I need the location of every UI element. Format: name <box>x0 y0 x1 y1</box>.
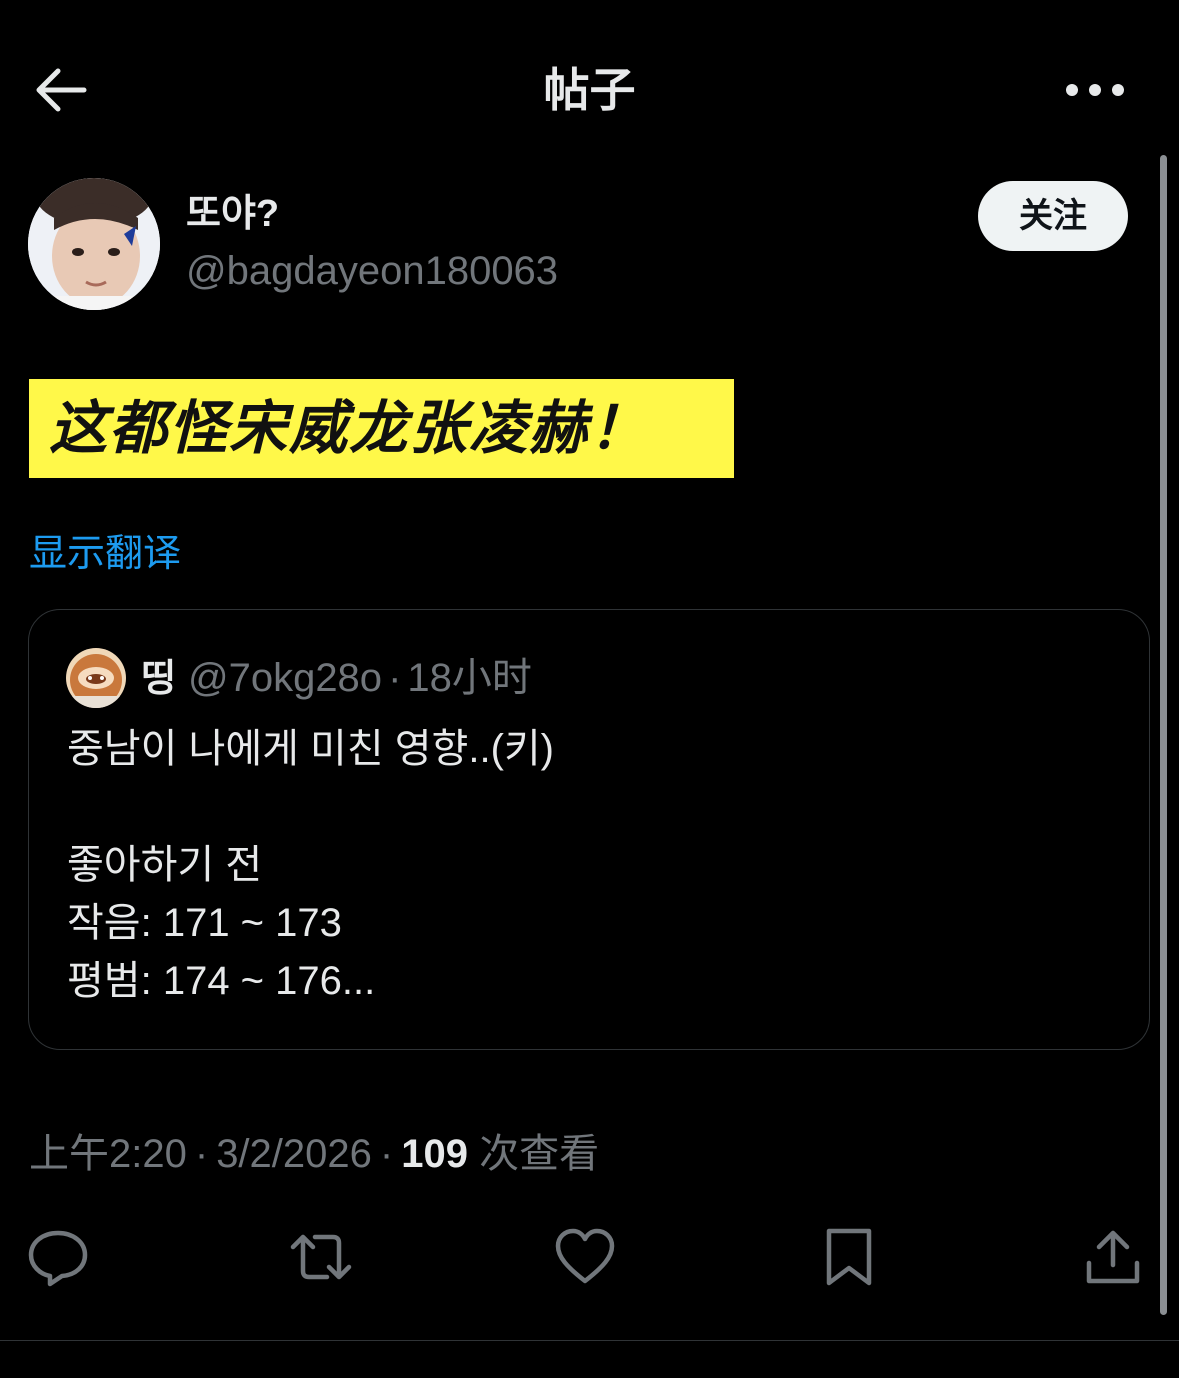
quote-header: 띵 @7okg28o · 18小时 <box>141 650 532 715</box>
quote-line: 작음: 171 ~ 173 <box>67 901 342 945</box>
like-button[interactable] <box>553 1225 617 1289</box>
quote-separator: · <box>388 656 402 700</box>
meta-separator: · <box>379 1132 394 1176</box>
heart-icon <box>555 1228 615 1284</box>
more-button[interactable] <box>1060 70 1130 110</box>
meta-separator: · <box>194 1132 209 1176</box>
post-time[interactable]: 上午2:20 <box>29 1132 187 1176</box>
post-date[interactable]: 3/2/2026 <box>216 1132 372 1176</box>
bookmark-icon <box>826 1228 872 1286</box>
show-translation-link[interactable]: 显示翻译 <box>29 528 181 580</box>
repost-icon <box>290 1234 352 1280</box>
bookmark-button[interactable] <box>817 1225 881 1289</box>
profile-photo <box>28 178 160 310</box>
author-name[interactable]: 또야? <box>186 188 279 240</box>
quote-line: 중남이 나에게 미친 영향..(키) <box>67 727 555 771</box>
views-label: 次查看 <box>479 1132 600 1176</box>
reply-button[interactable] <box>26 1225 90 1289</box>
quote-line <box>67 778 1107 836</box>
follow-button[interactable]: 关注 <box>978 181 1128 251</box>
repost-button[interactable] <box>289 1225 353 1289</box>
quote-author-handle: @7okg28o <box>187 656 383 700</box>
action-bar <box>0 1225 1179 1295</box>
quote-avatar-image <box>66 648 126 708</box>
quote-body: 중남이 나에게 미친 영향..(키) 좋아하기 전 작음: 171 ~ 173 … <box>67 720 1107 1010</box>
top-bar: 帖子 <box>0 0 1179 180</box>
quote-author-name: 띵 <box>141 658 176 700</box>
page-title: 帖子 <box>543 64 636 116</box>
more-horizontal-icon <box>1066 84 1124 96</box>
quote-line: 좋아하기 전 <box>67 843 263 887</box>
post-text: 这都怪宋威龙张凌赫！ <box>49 396 650 461</box>
avatar[interactable] <box>28 178 160 310</box>
quote-line: 평범: 174 ~ 176... <box>67 959 376 1003</box>
reply-icon <box>28 1230 88 1287</box>
highlight-text-box: 这都怪宋威龙张凌赫！ <box>29 379 734 478</box>
scrollbar[interactable] <box>1160 155 1167 1315</box>
post-meta: 上午2:20 · 3/2/2026 · 109 次查看 <box>29 1126 599 1182</box>
views-count: 109 <box>401 1132 468 1176</box>
quote-avatar[interactable] <box>66 648 126 708</box>
quote-time: 18小时 <box>407 656 532 700</box>
author-handle[interactable]: @bagdayeon180063 <box>186 244 558 298</box>
quoted-post-card[interactable]: 띵 @7okg28o · 18小时 중남이 나에게 미친 영향..(키) 좋아하기 전… <box>28 609 1150 1050</box>
share-button[interactable] <box>1081 1225 1145 1289</box>
share-icon <box>1086 1230 1140 1284</box>
divider <box>0 1340 1179 1341</box>
